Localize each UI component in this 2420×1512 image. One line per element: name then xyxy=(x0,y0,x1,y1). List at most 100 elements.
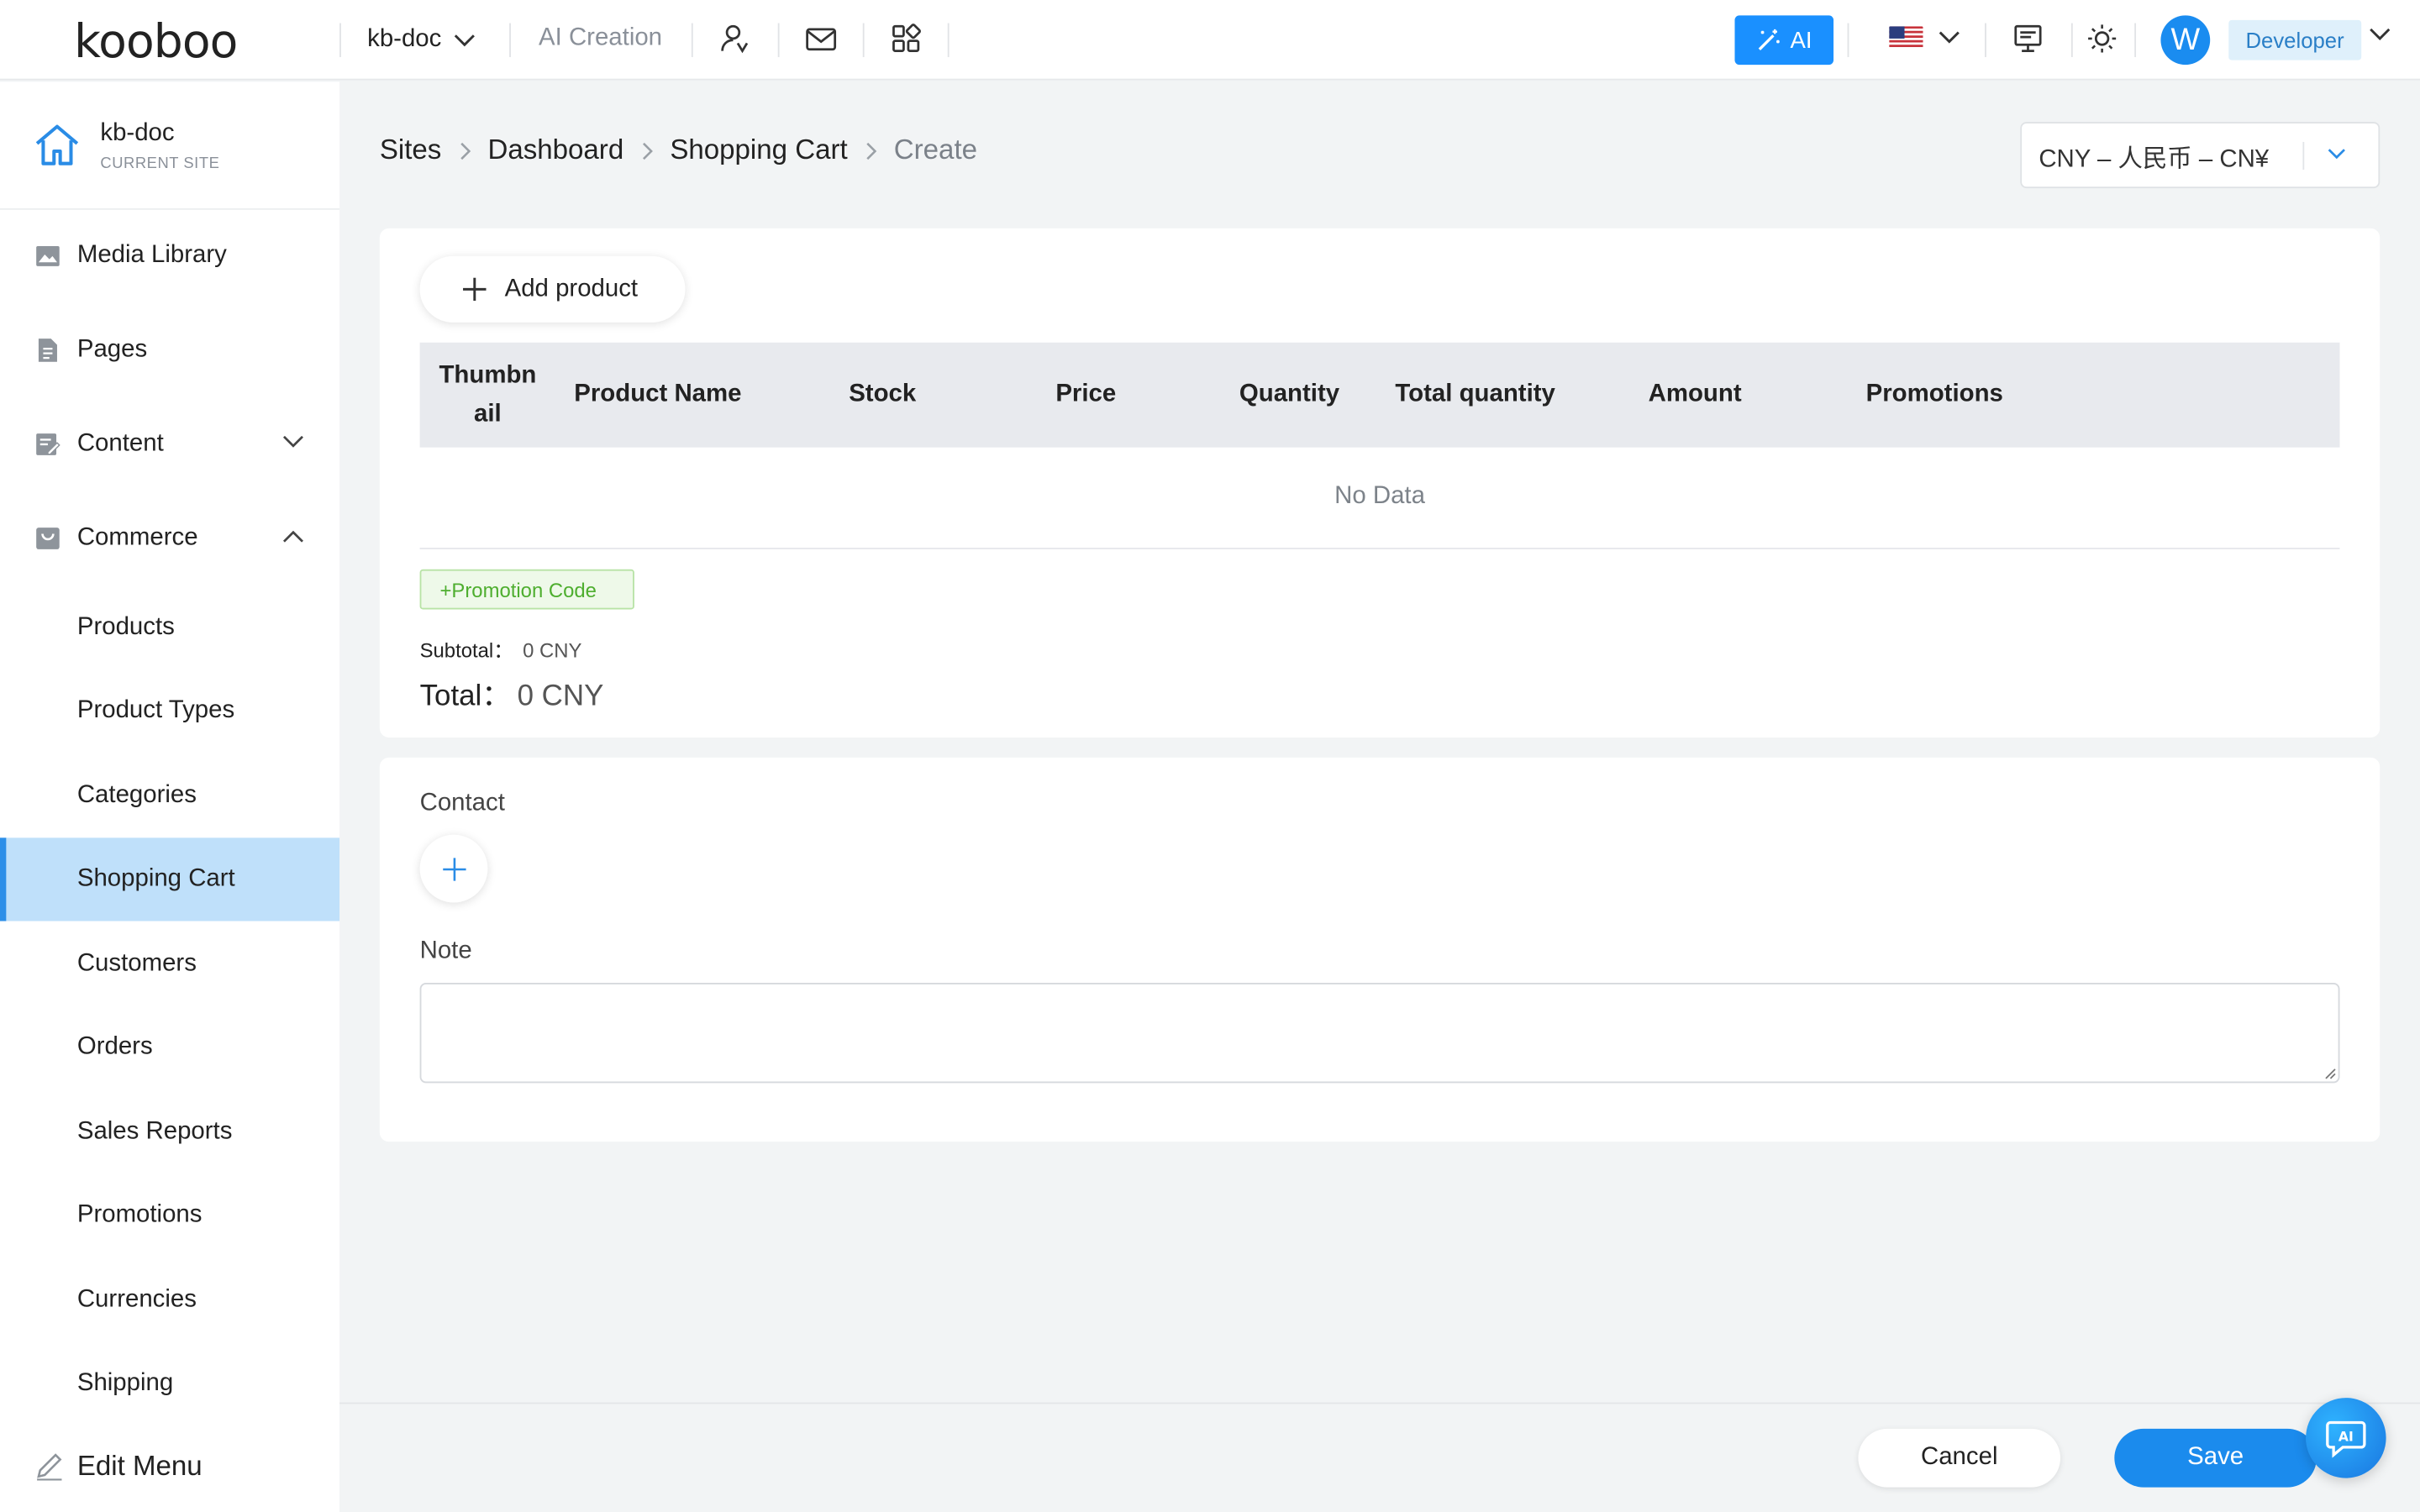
column-header-quantity: Quantity xyxy=(1239,381,1340,407)
pencil-icon xyxy=(37,1453,62,1481)
top-bar: kooboo kb-doc AI Creation AI W Developer xyxy=(0,0,2420,81)
table-header: Thumbn ail Product Name Stock Price Quant… xyxy=(419,342,2340,448)
sidebar-item-currencies[interactable]: Currencies xyxy=(0,1259,339,1342)
sidebar-item-product-types[interactable]: Product Types xyxy=(0,669,339,753)
column-header-thumbnail-line2: ail xyxy=(474,401,502,428)
total-value: 0 CNY xyxy=(517,680,604,713)
breadcrumb-create: Create xyxy=(893,134,978,165)
add-product-button[interactable]: Add product xyxy=(419,255,686,323)
svg-text:AI: AI xyxy=(2338,1430,2354,1445)
sidebar-item-label: Shopping Cart xyxy=(76,865,235,892)
sidebar-item-label: Pages xyxy=(76,336,148,363)
divider xyxy=(2134,23,2137,57)
column-header-amount: Amount xyxy=(1648,381,1742,407)
svg-text:kooboo: kooboo xyxy=(74,15,237,65)
column-header-stock: Stock xyxy=(849,381,917,407)
empty-table-text: No Data xyxy=(1334,482,1425,510)
divider xyxy=(947,23,950,57)
sidebar-item-pages[interactable]: Pages xyxy=(0,308,339,391)
add-contact-button[interactable] xyxy=(419,834,488,903)
sidebar-item-label: Categories xyxy=(76,782,197,809)
ai-chat-icon: AI xyxy=(2326,1420,2366,1458)
chevron-down-icon[interactable] xyxy=(2369,28,2391,42)
sidebar-item-label: Sales Reports xyxy=(76,1118,233,1145)
add-product-label: Add product xyxy=(504,275,639,302)
sidebar-item-shipping[interactable]: Shipping xyxy=(0,1342,339,1425)
current-site-header[interactable]: kb-doc CURRENT SITE xyxy=(0,81,340,210)
divider xyxy=(419,548,2340,549)
footer-bar xyxy=(339,1402,2420,1512)
sidebar-item-label: Currencies xyxy=(76,1286,197,1314)
site-switcher-label: kb-doc xyxy=(367,26,442,53)
sidebar-item-content[interactable]: Content xyxy=(0,402,339,486)
ai-creation-link[interactable]: AI Creation xyxy=(539,24,662,52)
sidebar-item-label: Media Library xyxy=(76,242,227,269)
ai-assistant-button[interactable]: AI xyxy=(2306,1398,2386,1478)
resize-handle-icon[interactable] xyxy=(2324,1068,2337,1080)
sidebar-item-customers[interactable]: Customers xyxy=(0,922,339,1005)
image-icon xyxy=(36,245,60,266)
site-name: kb-doc xyxy=(100,120,175,147)
user-avatar[interactable]: W xyxy=(2160,15,2211,66)
language-selector[interactable] xyxy=(1889,26,1960,50)
currency-select-value: CNY – 人民币 – CN¥ xyxy=(2039,145,2270,172)
note-textarea[interactable] xyxy=(419,983,2340,1084)
ai-button[interactable]: AI xyxy=(1734,15,1834,66)
theme-sun-icon[interactable] xyxy=(2085,22,2118,55)
divider xyxy=(509,23,511,57)
role-badge[interactable]: Developer xyxy=(2228,19,2361,60)
chevron-down-icon xyxy=(454,34,475,46)
breadcrumb-shopping-cart[interactable]: Shopping Cart xyxy=(670,134,847,167)
divider xyxy=(1847,23,1849,57)
note-label: Note xyxy=(419,937,472,964)
subtotal-label: Subtotal： xyxy=(419,638,514,662)
sidebar-item-sales-reports[interactable]: Sales Reports xyxy=(0,1091,339,1174)
sidebar-item-promotions[interactable]: Promotions xyxy=(0,1174,339,1257)
sidebar-item-shopping-cart[interactable]: Shopping Cart xyxy=(0,837,340,921)
plus-icon xyxy=(463,277,487,302)
cart-items-card: Add product Thumbn ail Product Name Stock… xyxy=(379,228,2381,738)
save-button[interactable]: Save xyxy=(2114,1428,2317,1488)
chevron-down-icon xyxy=(2328,149,2345,160)
sidebar-item-commerce[interactable]: Commerce xyxy=(0,496,339,580)
sidebar-item-products[interactable]: Products xyxy=(0,586,339,669)
sidebar-item-categories[interactable]: Categories xyxy=(0,754,339,837)
column-header-price: Price xyxy=(1055,381,1117,407)
subtotal-value: 0 CNY xyxy=(523,638,582,662)
chevron-down-icon xyxy=(282,435,303,448)
site-switcher[interactable]: kb-doc xyxy=(367,22,476,59)
apps-grid-icon[interactable] xyxy=(889,22,923,55)
monitor-icon[interactable] xyxy=(2011,22,2044,55)
sidebar: kb-doc CURRENT SITE Media Library Pages … xyxy=(0,81,340,1512)
promotion-code-button[interactable]: +Promotion Code xyxy=(419,569,634,610)
edit-menu-button[interactable]: Edit Menu xyxy=(0,1424,339,1507)
sidebar-item-label: Shipping xyxy=(76,1370,174,1397)
site-subtitle: CURRENT SITE xyxy=(100,155,220,173)
mail-icon[interactable] xyxy=(804,22,838,55)
column-header-promotions: Promotions xyxy=(1865,381,2003,407)
breadcrumb-dashboard[interactable]: Dashboard xyxy=(487,134,623,167)
chevron-right-icon xyxy=(460,141,472,160)
total-label: Total： xyxy=(419,680,512,713)
kooboo-logo[interactable]: kooboo xyxy=(74,14,268,68)
divider xyxy=(1985,23,1986,57)
contact-label: Contact xyxy=(419,790,505,816)
sidebar-item-label: Product Types xyxy=(76,697,235,724)
divider xyxy=(691,23,693,57)
column-header-total-quantity: Total quantity xyxy=(1395,381,1555,407)
sidebar-item-label: Commerce xyxy=(76,524,198,551)
plus-icon xyxy=(442,857,466,880)
sidebar-item-media-library[interactable]: Media Library xyxy=(0,214,339,297)
breadcrumb: Sites Dashboard Shopping Cart Create xyxy=(380,134,977,167)
sidebar-item-label: Customers xyxy=(76,950,197,977)
breadcrumb-sites[interactable]: Sites xyxy=(380,134,442,167)
us-flag-icon xyxy=(1889,26,1923,50)
sidebar-item-orders[interactable]: Orders xyxy=(0,1006,339,1089)
currency-select[interactable]: CNY – 人民币 – CN¥ xyxy=(2020,122,2381,189)
users-icon[interactable] xyxy=(718,22,751,55)
sidebar-item-label: Orders xyxy=(76,1033,153,1060)
cancel-button[interactable]: Cancel xyxy=(1858,1428,2061,1488)
divider xyxy=(862,23,865,57)
sidebar-item-label: Promotions xyxy=(76,1201,203,1229)
chevron-up-icon xyxy=(282,530,303,543)
